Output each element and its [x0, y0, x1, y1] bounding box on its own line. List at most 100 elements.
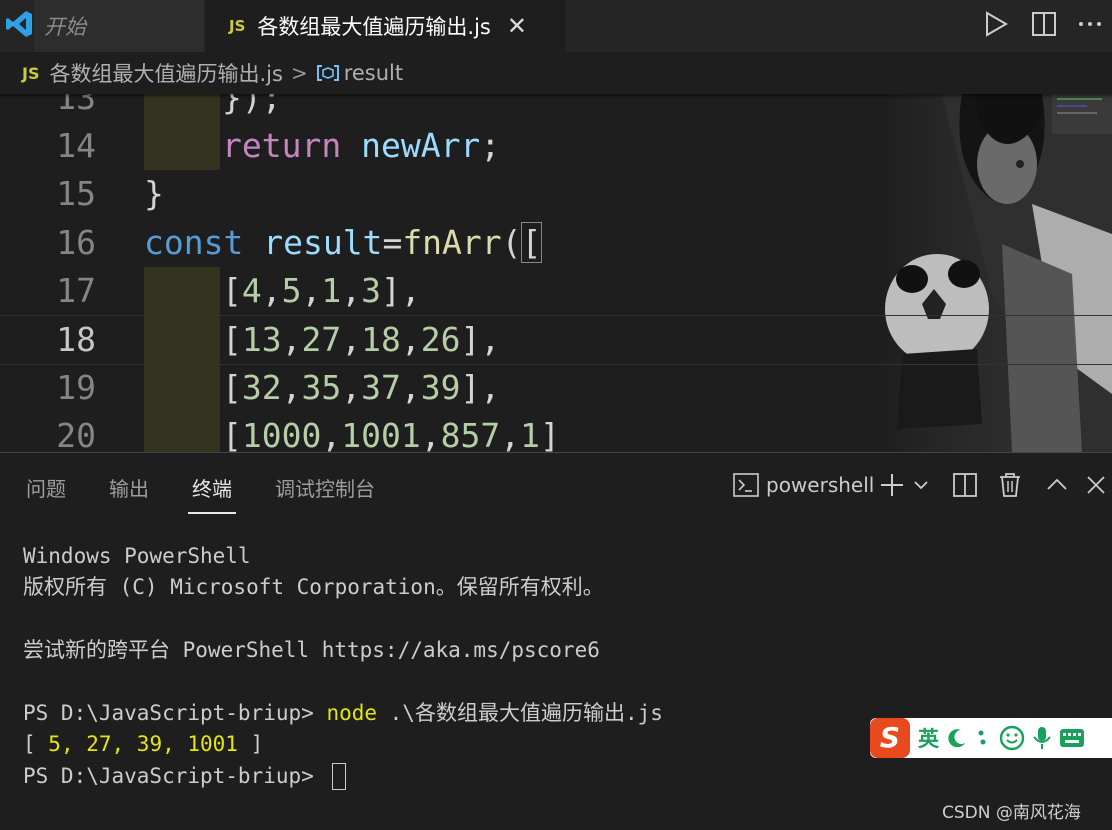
line-number: 16	[56, 223, 96, 262]
tab-start[interactable]: 开始	[34, 0, 204, 52]
code-text: [13,27,18,26],	[222, 316, 500, 364]
bracket-token: ],	[460, 368, 501, 407]
code-line-20: 20 [1000,1001,857,1]	[0, 412, 880, 452]
comma-token: ,	[500, 416, 521, 452]
comma-token: ,	[420, 416, 441, 452]
code-line-14: 14 return newArr;	[0, 122, 880, 170]
number-token: 5	[281, 271, 302, 310]
code-line-19: 19 [32,35,37,39],	[0, 364, 880, 412]
result-close-bracket: ]	[237, 732, 264, 757]
code-text: [32,35,37,39],	[222, 364, 500, 412]
bracket-match-highlight: [	[520, 222, 543, 263]
line-number: 13	[56, 94, 96, 117]
half-width-moon-icon[interactable]	[945, 726, 969, 750]
bracket-token: [	[222, 271, 242, 310]
close-tab-icon[interactable]: ✕	[507, 12, 527, 40]
close-panel-icon[interactable]	[1082, 471, 1110, 499]
number-token: 27	[301, 320, 342, 359]
terminal-command-arg: .\各数组最大值遍历输出.js	[377, 700, 663, 725]
number-token: 32	[241, 368, 282, 407]
terminal-result-line: [ 5, 27, 39, 1001 ]	[23, 729, 663, 760]
trash-icon[interactable]	[996, 471, 1024, 499]
number-token: 4	[241, 271, 262, 310]
bracket-token: ],	[460, 320, 501, 359]
tab-terminal[interactable]: 终端	[192, 473, 232, 502]
terminal-selector[interactable]: powershell	[766, 473, 874, 497]
code-line-17: 17 [4,5,1,3],	[0, 267, 880, 315]
csdn-watermark: CSDN @南风花海	[942, 803, 1081, 823]
js-file-icon: JS	[229, 17, 246, 35]
number-token: 18	[361, 320, 401, 359]
bottom-panel: 问题 输出 终端 调试控制台 powershell Windows PowerS…	[0, 452, 1112, 830]
number-token: 35	[301, 368, 342, 407]
keyword-token: return	[222, 126, 342, 165]
comma-token: ,	[341, 271, 362, 310]
breadcrumb: JS 各数组最大值遍历输出.js > result	[0, 52, 1112, 94]
paren-token: (	[501, 223, 522, 262]
bracket-token: [	[222, 368, 242, 407]
code-line-16: 16 const result=fnArr([	[0, 219, 880, 267]
ime-toolbar[interactable]: S 英	[870, 718, 1112, 758]
keyboard-icon[interactable]	[1059, 727, 1085, 749]
number-token: 1000	[241, 416, 322, 452]
line-number: 19	[56, 368, 96, 407]
terminal-prompt: PS D:\JavaScript-briup>	[23, 700, 327, 725]
comma-token: ,	[400, 368, 421, 407]
bracket-token: [	[222, 416, 242, 452]
comma-token: ,	[321, 416, 342, 452]
terminal-line: 版权所有 (C) Microsoft Corporation。保留所有权利。	[23, 575, 604, 600]
number-token: 39	[420, 368, 461, 407]
bracket-token: [	[222, 320, 242, 359]
maximize-panel-chevron-up-icon[interactable]	[1043, 471, 1071, 499]
code-editor[interactable]: 13 }); 14 return newArr; 15 } 16 const r…	[0, 94, 1112, 452]
line-number: 20	[56, 416, 96, 452]
code-line-15: 15 }	[0, 170, 880, 218]
breadcrumb-file[interactable]: 各数组最大值遍历输出.js	[49, 58, 282, 88]
terminal-shell-icon	[733, 473, 759, 497]
result-values: 5, 27, 39, 1001	[48, 732, 238, 757]
split-terminal-icon[interactable]	[951, 471, 979, 499]
indent-guide	[144, 316, 220, 364]
ime-mode-toggle[interactable]: 英	[918, 723, 939, 753]
emoji-icon[interactable]	[999, 725, 1025, 751]
new-terminal-plus-icon[interactable]	[878, 471, 906, 499]
variable-symbol-icon	[316, 65, 339, 81]
line-number: 15	[56, 174, 96, 213]
split-editor-icon[interactable]	[1028, 8, 1060, 40]
tab-debug-console[interactable]: 调试控制台	[275, 473, 375, 502]
comma-token: ,	[281, 320, 302, 359]
run-icon[interactable]	[980, 8, 1012, 40]
breadcrumb-symbol[interactable]: result	[344, 61, 403, 85]
number-token: 3	[361, 271, 381, 310]
chevron-down-icon[interactable]	[910, 471, 932, 499]
variable-token: newArr	[361, 126, 481, 165]
tab-problems[interactable]: 问题	[26, 473, 66, 502]
number-token: 1	[520, 416, 540, 452]
active-tab-indicator	[188, 512, 236, 514]
number-token: 857	[440, 416, 501, 452]
line-number: 18	[56, 320, 96, 359]
code-text: return newArr;	[222, 122, 500, 170]
punctuation-icon[interactable]	[975, 726, 993, 750]
comma-token: ,	[400, 320, 421, 359]
terminal-line: Windows PowerShell	[23, 544, 251, 568]
indent-guide	[144, 122, 220, 170]
operator-token: =	[382, 223, 403, 262]
more-actions-icon[interactable]	[1074, 8, 1106, 40]
number-token: 37	[361, 368, 401, 407]
code-text: }	[144, 174, 164, 213]
comma-token: ,	[261, 271, 282, 310]
microphone-icon[interactable]	[1031, 725, 1053, 751]
punct-token: ;	[480, 126, 501, 165]
tab-active-label: 各数组最大值遍历输出.js	[257, 15, 491, 39]
line-number: 17	[56, 271, 96, 310]
number-token: 1001	[341, 416, 421, 452]
tab-active-file[interactable]: JS 各数组最大值遍历输出.js ✕	[205, 0, 565, 52]
terminal-cursor	[332, 763, 347, 791]
tab-output[interactable]: 输出	[109, 473, 149, 502]
number-token: 26	[420, 320, 461, 359]
indent-guide	[144, 412, 220, 452]
terminal-output[interactable]: Windows PowerShell 版权所有 (C) Microsoft Co…	[23, 541, 663, 792]
code-text: [1000,1001,857,1]	[222, 412, 560, 452]
comma-token: ,	[341, 368, 362, 407]
